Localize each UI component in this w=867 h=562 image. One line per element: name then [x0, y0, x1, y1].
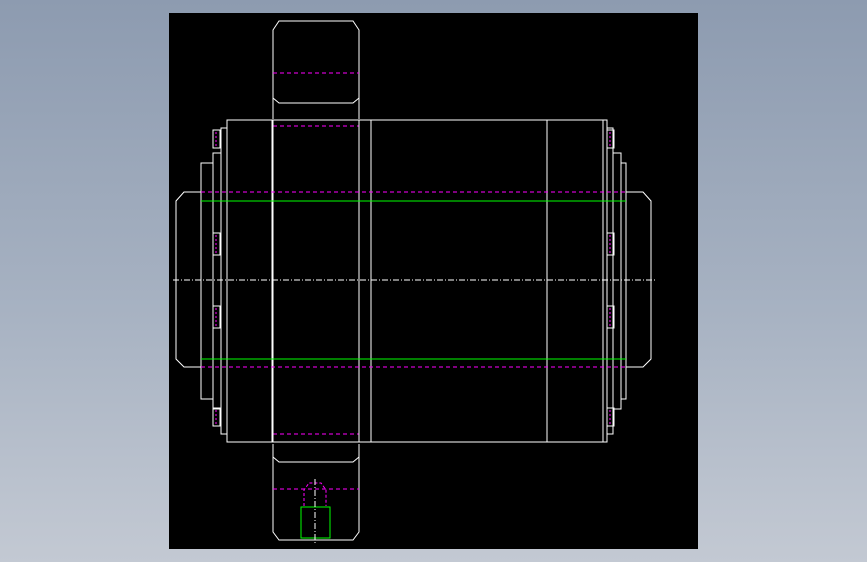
tapped-hole-outline: [300, 506, 331, 539]
main-body-outline: [226, 119, 608, 443]
top-tooth-outline: [272, 20, 360, 119]
cad-drawing-viewport[interactable]: [169, 13, 698, 549]
left-end-cap: [175, 127, 228, 435]
right-end-cap: [606, 127, 652, 435]
bolt-hidden-lines: [215, 132, 611, 424]
bottom-tooth-outline: [272, 444, 360, 541]
bearing-housing-drawing: [173, 20, 655, 543]
